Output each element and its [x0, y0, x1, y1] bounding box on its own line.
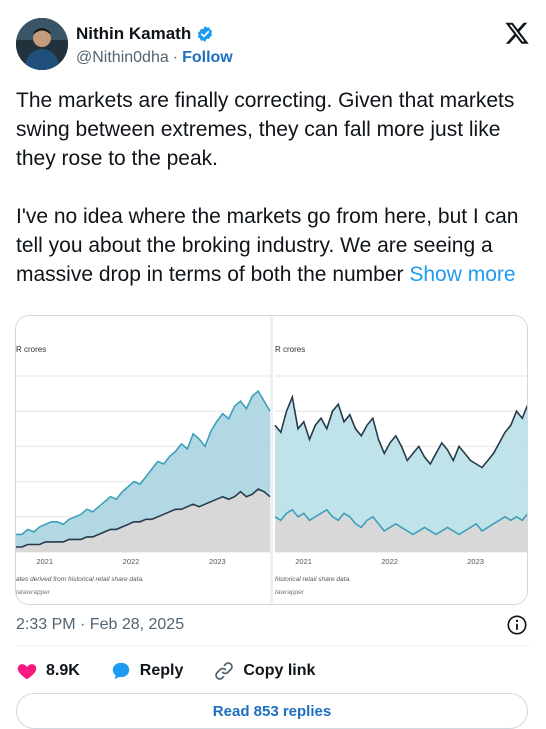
x-tick-label: 2022	[381, 557, 398, 566]
tweet-actions: 8.9K Reply Copy link	[16, 658, 345, 684]
chart-left-source: latawrapper	[16, 589, 51, 596]
info-icon[interactable]	[506, 614, 528, 636]
chart-divider	[270, 316, 273, 604]
follow-button[interactable]: Follow	[182, 49, 233, 67]
x-tick-label: 2022	[123, 557, 140, 566]
tweet-header: Nithin Kamath @Nithin0dha · Follow	[16, 14, 530, 76]
chart-right-ylabel: R crores	[275, 345, 305, 354]
heart-icon	[17, 664, 37, 680]
tweet-timestamp[interactable]: 2:33 PM · Feb 28, 2025	[16, 616, 184, 634]
chart-right-footnote: historical retail share data.	[275, 576, 351, 583]
handle-separator: ·	[172, 49, 179, 66]
x-logo-icon[interactable]	[504, 20, 530, 46]
divider	[16, 645, 530, 646]
chart-left-ylabel: R crores	[16, 345, 46, 354]
author-name[interactable]: Nithin Kamath	[76, 24, 191, 44]
x-tick-label: 2021	[36, 557, 53, 566]
avatar[interactable]	[16, 18, 68, 70]
reply-bubble-icon	[112, 662, 130, 680]
chart-right-source: tawrapper	[275, 589, 305, 596]
author-handle[interactable]: @Nithin0dha	[76, 49, 169, 67]
tweet-paragraph-2: I've no idea where the markets go from h…	[16, 202, 526, 289]
x-tick-label: 2021	[295, 557, 312, 566]
copy-link-button[interactable]: Copy link	[213, 660, 315, 682]
reply-button[interactable]: Reply	[110, 660, 184, 682]
tweet-media[interactable]: R crores 2021 2022 2023 ates derived from …	[15, 315, 528, 605]
reply-label: Reply	[139, 662, 184, 679]
author-name-row: Nithin Kamath	[76, 24, 214, 44]
charts-image: R crores 2021 2022 2023 ates derived from …	[16, 316, 527, 604]
copy-link-label: Copy link	[243, 662, 316, 679]
link-icon	[215, 662, 234, 680]
verified-badge-icon	[198, 26, 213, 42]
x-tick-label: 2023	[467, 557, 484, 566]
chart-left-footnote: ates derived from historical retail shar…	[16, 576, 144, 583]
tweet-card: Nithin Kamath @Nithin0dha · Follow The m…	[0, 0, 546, 729]
show-more-link[interactable]: Show more	[409, 263, 515, 286]
like-count: 8.9K	[46, 662, 80, 679]
tweet-paragraph-1: The markets are finally correcting. Give…	[16, 89, 515, 170]
tweet-text: The markets are finally correcting. Give…	[16, 86, 526, 318]
read-replies-button[interactable]: Read 853 replies	[16, 693, 528, 729]
like-button[interactable]: 8.9K	[16, 660, 80, 682]
author-handle-row: @Nithin0dha · Follow	[76, 49, 233, 67]
x-tick-label: 2023	[209, 557, 226, 566]
